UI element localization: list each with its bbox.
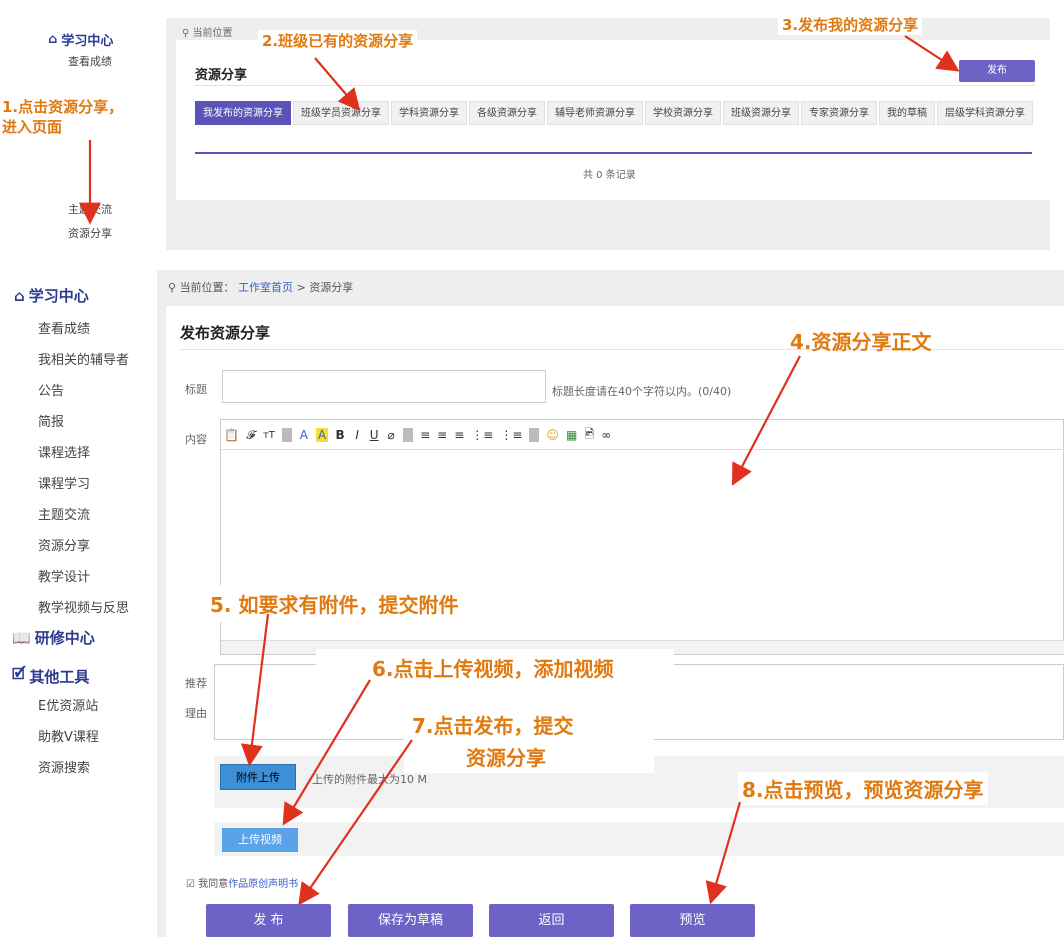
agree-checkbox[interactable]: ☑ (186, 879, 195, 890)
annotation-3: 3.发布我的资源分享 (778, 14, 923, 35)
location-pin-icon: ⚲ (168, 281, 177, 294)
attach-upload-button[interactable]: 附件上传 (220, 764, 296, 790)
align-right-icon[interactable]: ≡ (454, 428, 464, 442)
image-icon[interactable]: ▦ (566, 428, 577, 442)
top-publish-button[interactable]: 发布 (959, 60, 1035, 82)
emoji-icon[interactable]: ☺ (546, 428, 559, 442)
bottom-sidebar-research-head[interactable]: 📖 研修中心 (12, 627, 95, 648)
annotation-4: 4.资源分享正文 (790, 330, 932, 354)
form-title: 发布资源分享 (180, 324, 271, 342)
agree-row: ☑ 我同意作品原创声明书 (186, 879, 299, 890)
tab-school-resources[interactable]: 学校资源分享 (645, 101, 721, 125)
top-sidebar-learning-head[interactable]: ⌂ 学习中心 (48, 30, 113, 49)
preview-button[interactable]: 预览 (630, 904, 755, 937)
top-title-rule (195, 85, 1035, 86)
recommend-label-1: 推荐 (185, 677, 207, 690)
clear-format-icon[interactable]: ⌀ (386, 428, 396, 442)
sidebar-item-teaching-video[interactable]: 教学视频与反思 (38, 597, 129, 616)
annotation-8: 8.点击预览，预览资源分享 (738, 772, 988, 805)
back-button[interactable]: 返回 (489, 904, 614, 937)
align-center-icon[interactable]: ≡ (437, 428, 447, 442)
toolbar-separator (281, 428, 292, 442)
top-location: ⚲ 当前位置 (182, 28, 233, 39)
sidebar-item-eyou[interactable]: E优资源站 (38, 695, 98, 714)
book-icon: 📖 (12, 628, 31, 647)
top-tab-underline (195, 152, 1032, 154)
tab-tier-subject-resources[interactable]: 层级学科资源分享 (937, 101, 1033, 125)
sidebar-item-briefings[interactable]: 简报 (38, 411, 64, 430)
top-sidebar-item-resource[interactable]: 资源分享 (68, 225, 112, 241)
editor-toolbar-rule (221, 449, 1064, 450)
top-sidebar-item-grades[interactable]: 查看成绩 (68, 53, 112, 69)
publish-button[interactable]: 发 布 (206, 904, 331, 937)
paste-icon[interactable]: 📋 (224, 428, 239, 442)
title-input[interactable] (222, 370, 546, 403)
top-record-count: 共 0 条记录 (583, 170, 636, 181)
sidebar-item-grades[interactable]: 查看成绩 (38, 318, 90, 337)
annotation-7-line2: 资源分享 (404, 740, 654, 773)
font-size-icon[interactable]: тT (263, 430, 275, 441)
breadcrumb-current: 资源分享 (309, 281, 354, 294)
video-row (214, 822, 1064, 856)
title-label: 标题 (185, 383, 207, 396)
tab-expert-resources[interactable]: 专家资源分享 (801, 101, 877, 125)
tab-subject-resources[interactable]: 学科资源分享 (391, 101, 467, 125)
underline-icon[interactable]: U (369, 428, 379, 442)
bottom-sidebar-learning-head[interactable]: ⌂ 学习中心 (14, 285, 89, 306)
top-section-title: 资源分享 (195, 68, 248, 83)
ordered-list-icon[interactable]: ⋮≡ (471, 428, 493, 442)
learning-center-icon: ⌂ (48, 32, 58, 47)
toolbar-separator (403, 428, 414, 442)
toolbox-icon: 🗹 (12, 665, 26, 683)
top-panel: ⌂ 学习中心 查看成绩 主题交流 资源分享 ⚲ 当前位置 资源分享 发布 我发布… (0, 0, 1064, 262)
annotation-1-line2: 进入页面 (2, 118, 63, 136)
tab-my-resources[interactable]: 我发布的资源分享 (195, 101, 291, 125)
attach-hint: 上传的附件最大为10 M (312, 773, 427, 786)
sidebar-item-resource[interactable]: 资源分享 (38, 535, 90, 554)
learning-center-icon: ⌂ (14, 286, 25, 305)
save-draft-button[interactable]: 保存为草稿 (348, 904, 473, 937)
annotation-2: 2.班级已有的资源分享 (258, 30, 418, 51)
tab-class-resources[interactable]: 班级资源分享 (723, 101, 799, 125)
annotation-6: 6.点击上传视频，添加视频 (316, 649, 674, 686)
sidebar-item-course-select[interactable]: 课程选择 (38, 442, 90, 461)
link-icon[interactable]: ∞ (601, 428, 611, 442)
upload-video-button[interactable]: 上传视频 (222, 828, 298, 852)
breadcrumb-home-link[interactable]: 工作室首页 (238, 281, 293, 294)
font-family-icon[interactable]: 𝓕 (246, 428, 256, 443)
annotation-5: 5. 如要求有附件，提交附件 (192, 585, 702, 622)
font-color-icon[interactable]: A (299, 428, 309, 442)
bold-icon[interactable]: B (335, 428, 345, 442)
unordered-list-icon[interactable]: ⋮≡ (500, 428, 522, 442)
title-hint: 标题长度请在40个字符以内。(0/40) (552, 385, 732, 398)
tab-tutor-resources[interactable]: 辅导老师资源分享 (547, 101, 643, 125)
sidebar-item-assistant-course[interactable]: 助教V课程 (38, 726, 99, 745)
annotation-7-line1: 7.点击发布，提交 (404, 708, 654, 741)
align-left-icon[interactable]: ≡ (420, 428, 430, 442)
top-tab-bar: 我发布的资源分享 班级学员资源分享 学科资源分享 各级资源分享 辅导老师资源分享… (195, 101, 1035, 127)
editor-toolbar: 📋 𝓕 тT A A B I U ⌀ ≡ ≡ ≡ ⋮≡ ⋮≡ ☺ ▦ 🖻 ∞ (224, 424, 611, 446)
agree-statement-link[interactable]: 作品原创声明书 (228, 879, 298, 890)
top-sidebar-item-topic[interactable]: 主题交流 (68, 201, 112, 217)
sidebar-item-resource-search[interactable]: 资源搜索 (38, 757, 90, 776)
sidebar-item-course-study[interactable]: 课程学习 (38, 473, 90, 492)
sidebar-item-teaching-design[interactable]: 教学设计 (38, 566, 90, 585)
location-pin-icon: ⚲ (182, 28, 190, 39)
recommend-label-2: 理由 (185, 707, 207, 720)
sidebar-item-announcements[interactable]: 公告 (38, 380, 64, 399)
flash-icon[interactable]: 🖻 (584, 425, 594, 446)
tab-class-student-resources[interactable]: 班级学员资源分享 (293, 101, 389, 125)
highlight-icon[interactable]: A (315, 428, 329, 442)
bottom-sidebar-tools-head[interactable]: 🗹 其他工具 (12, 664, 89, 689)
tab-level-resources[interactable]: 各级资源分享 (469, 101, 545, 125)
toolbar-separator (529, 428, 540, 442)
sidebar-item-tutors[interactable]: 我相关的辅导者 (38, 349, 129, 368)
annotation-1-line1: 1.点击资源分享， (2, 98, 124, 116)
sidebar-item-topic[interactable]: 主题交流 (38, 504, 90, 523)
tab-my-drafts[interactable]: 我的草稿 (879, 101, 935, 125)
italic-icon[interactable]: I (352, 428, 362, 442)
content-label: 内容 (185, 433, 207, 446)
breadcrumb: ⚲ 当前位置： 工作室首页 > 资源分享 (168, 281, 354, 294)
